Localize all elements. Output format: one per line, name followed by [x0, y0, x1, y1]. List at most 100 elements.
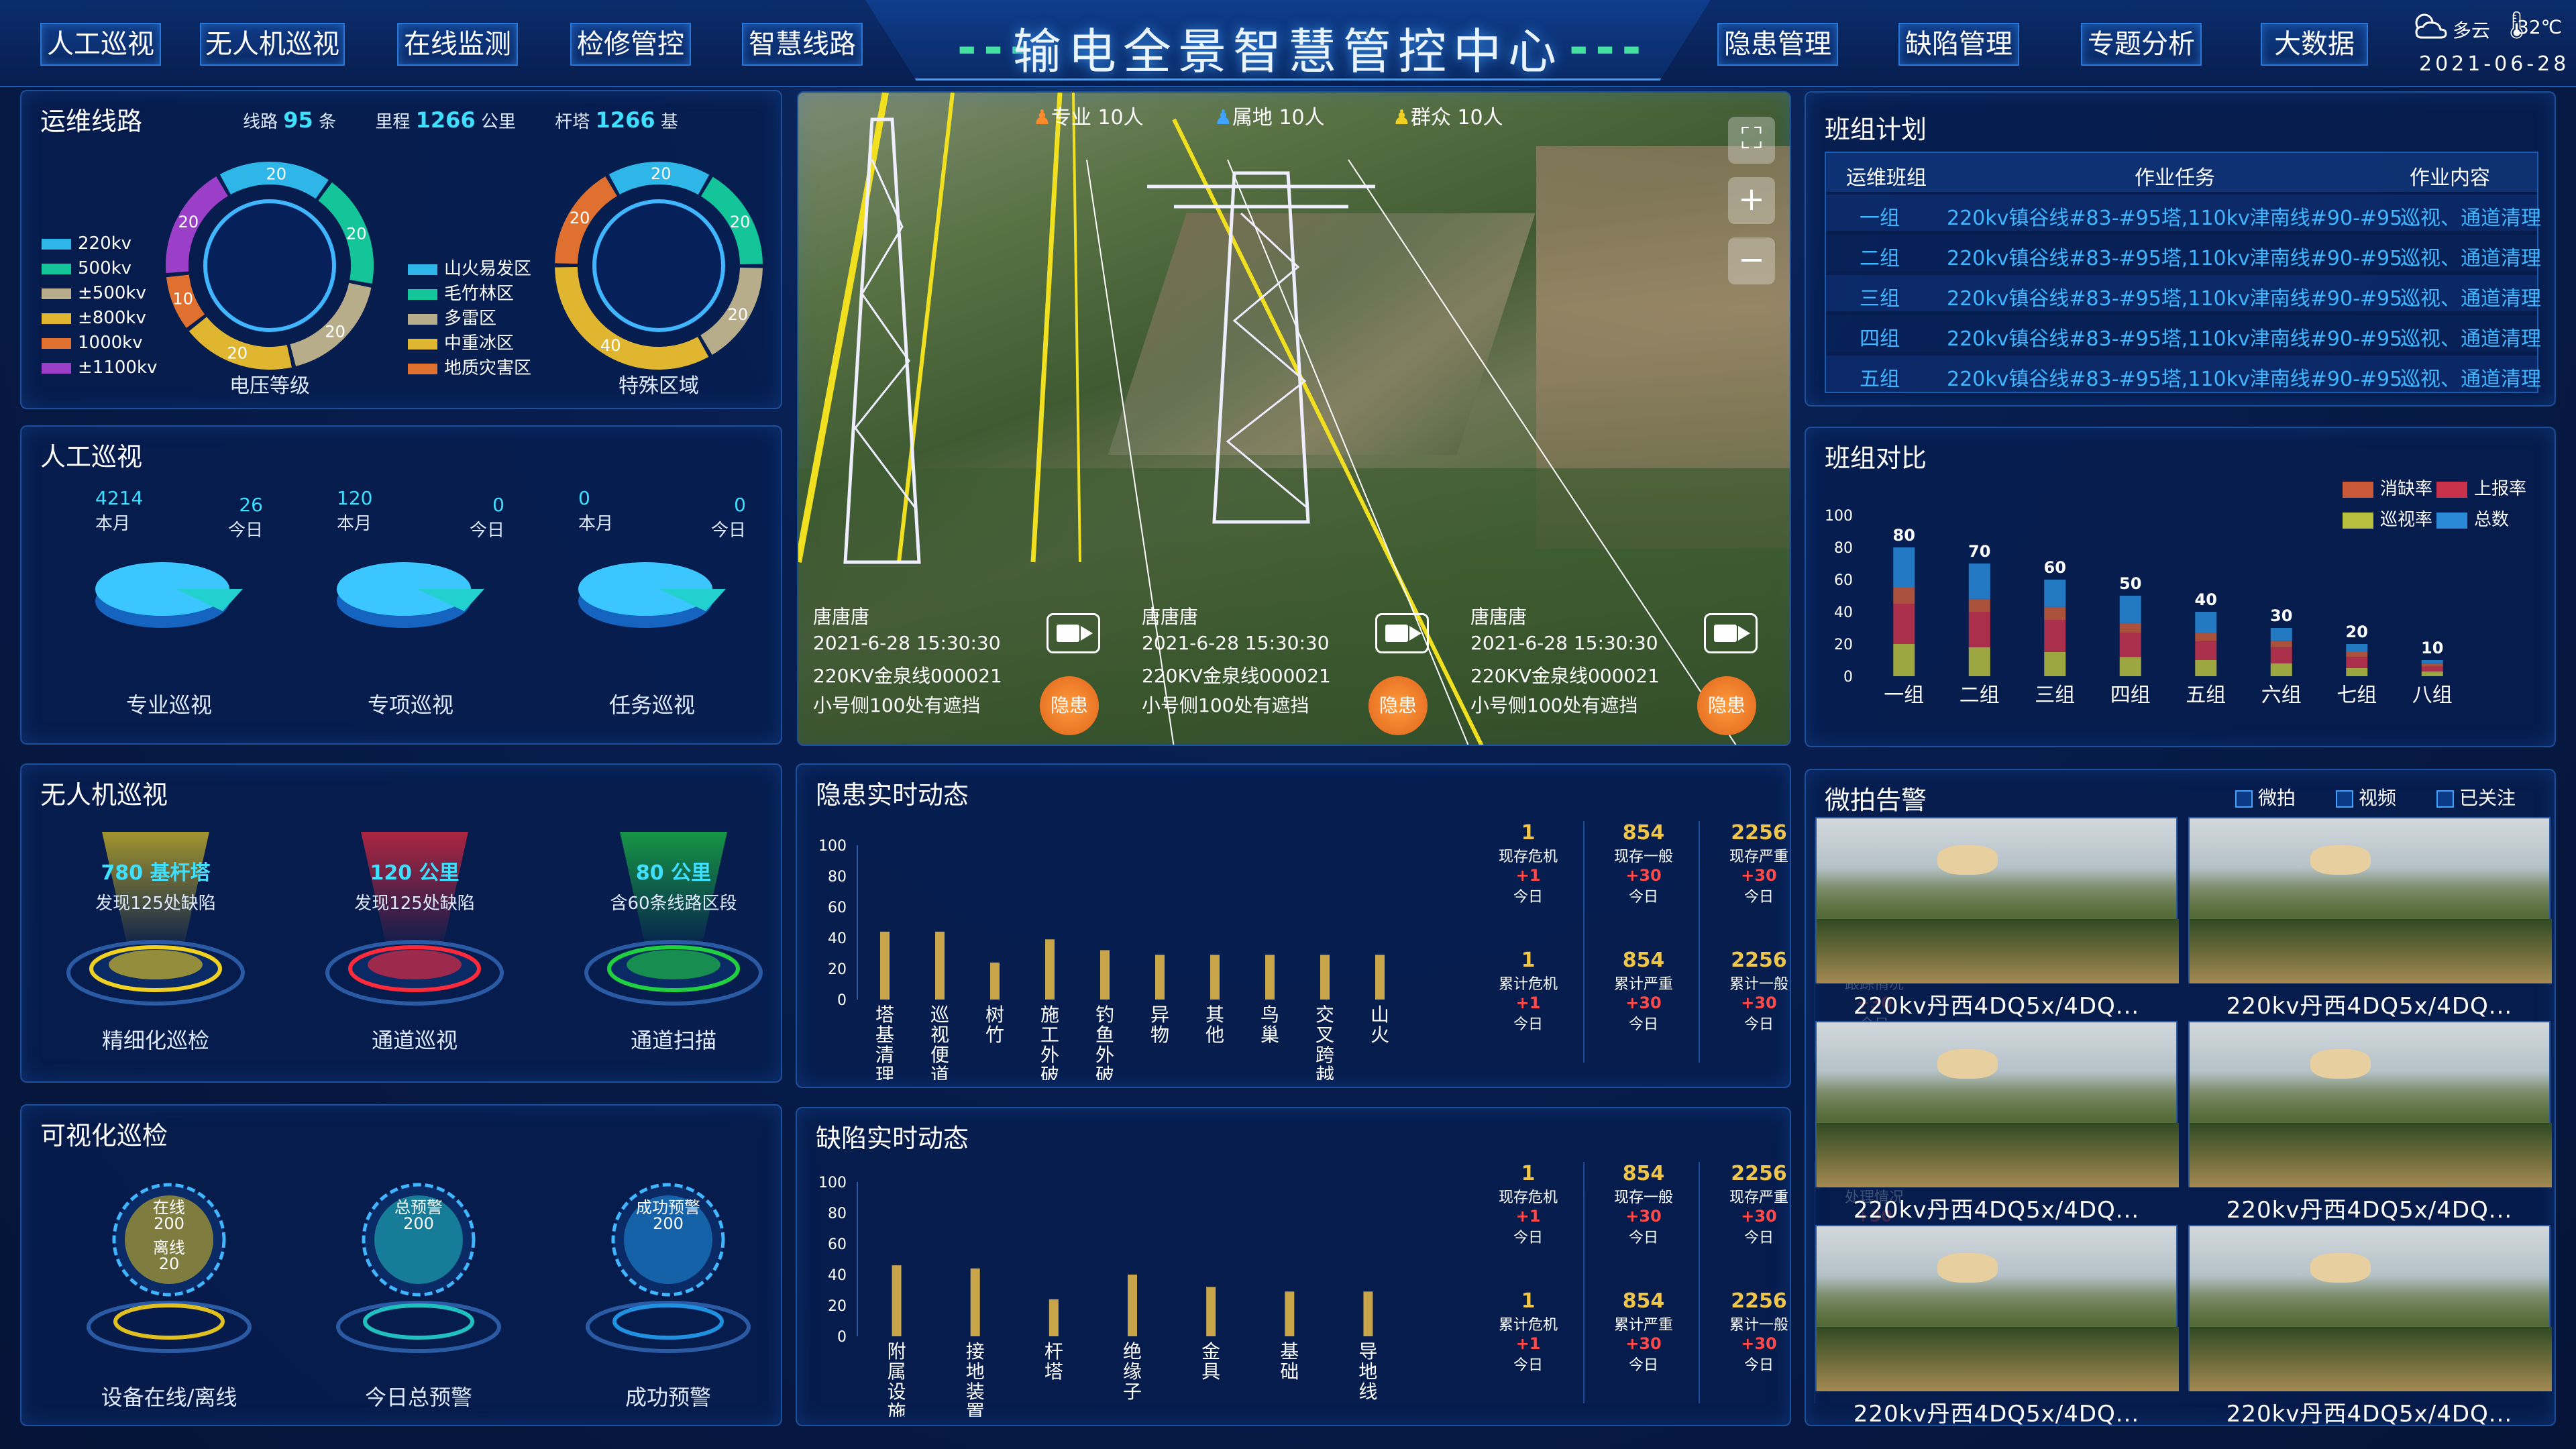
x-tick: 接地装置	[966, 1340, 985, 1417]
tab-followed[interactable]: 已关注	[2436, 784, 2516, 810]
tower-value: 1266	[595, 107, 655, 133]
hazard-card[interactable]: 唐唐唐 2021-6-28 15:30:30 220KV金泉线000021 小号侧10…	[805, 602, 1120, 737]
hazard-card[interactable]: 唐唐唐 2021-6-28 15:30:30 220KV金泉线000021 小号侧10…	[1462, 602, 1778, 737]
video-camera-icon[interactable]	[1704, 613, 1758, 653]
bar-segment	[1968, 647, 1990, 676]
zoom-in-icon[interactable]: +	[1728, 177, 1775, 224]
table-row[interactable]: 五组 220kv镇谷线#83-#95塔,110kv津南线#90-#95... 巡视、…	[1826, 356, 2541, 392]
uav-item[interactable]: 780 基杆塔 发现125处缺陷 精细化巡检	[48, 832, 263, 1073]
thumbnail-caption: 220kv丹西4DQ5x/4DQ...	[1853, 1197, 2140, 1224]
visual-name: 今日总预警	[364, 1385, 472, 1410]
table-row[interactable]: 三组 220kv镇谷线#83-#95塔,110kv津南线#90-#95... 巡视、…	[1826, 275, 2541, 311]
bar-segment	[2421, 671, 2443, 676]
alarm-thumbnail[interactable]	[2188, 1021, 2552, 1187]
nav-zhuanti[interactable]: 专题分析	[2081, 23, 2202, 66]
nav-rengong[interactable]: 人工巡视	[40, 23, 161, 66]
video-camera-icon[interactable]	[1375, 613, 1429, 653]
uav-item[interactable]: 80 公里 含60条线路区段 通道扫描	[566, 832, 781, 1073]
nav-quexian[interactable]: 缺陷管理	[1898, 23, 2019, 66]
pin-professional[interactable]: ♟专业 10人	[1033, 101, 1144, 130]
tab-video[interactable]: 视频	[2336, 784, 2396, 810]
table-row[interactable]: 一组 220kv镇谷线#83-#95塔,110kv津南线#90-#95... 巡视、…	[1826, 195, 2541, 231]
legend-swatch	[42, 238, 71, 250]
nav-zaixian[interactable]: 在线监测	[397, 23, 518, 66]
table-row[interactable]: 四组 220kv镇谷线#83-#95塔,110kv津南线#90-#95... 巡视、…	[1826, 315, 2541, 352]
uav-item[interactable]: 120 公里 发现125处缺陷 通道巡视	[307, 832, 522, 1073]
bar-segment	[2119, 633, 2141, 657]
hazard-card[interactable]: 唐唐唐 2021-6-28 15:30:30 220KV金泉线000021 小号侧10…	[1134, 602, 1449, 737]
map-view[interactable]: ♟专业 10人 ♟属地 10人 ♟群众 10人 ⛶ + − 唐唐唐 2021-6-…	[797, 91, 1791, 746]
nav-jianxiu[interactable]: 检修管控	[570, 23, 691, 66]
bar-segment	[2195, 612, 2217, 633]
nav-dashuju[interactable]: 大数据	[2261, 23, 2368, 66]
nav-zhihui[interactable]: 智慧线路	[742, 23, 863, 66]
hazard-badge[interactable]: 隐患	[1697, 676, 1756, 735]
stat-cell: 854 现存一般 +30 今日	[1583, 1162, 1704, 1247]
y-tick: 0	[837, 992, 847, 1009]
stat-cell: 2256 现存严重 +30 今日	[1699, 1162, 1819, 1247]
stat-today: 今日	[1628, 1357, 1658, 1374]
stat-cell: 854 现存一般 +30 今日	[1583, 821, 1704, 906]
bar-segment	[2195, 641, 2217, 660]
x-tick: 导地线	[1358, 1340, 1377, 1403]
nav-wurenji[interactable]: 无人机巡视	[200, 23, 345, 66]
stat-value: 2256	[1731, 1162, 1787, 1185]
fullscreen-icon[interactable]: ⛶	[1728, 117, 1775, 164]
tab-weipai[interactable]: 微拍	[2235, 784, 2296, 810]
hazard-badge[interactable]: 隐患	[1040, 676, 1099, 735]
person-pin-icon: ♟	[1393, 106, 1411, 129]
nav-yinhuan[interactable]: 隐患管理	[1717, 23, 1838, 66]
gauge-value-1: 200	[403, 1214, 434, 1233]
video-camera-icon[interactable]	[1046, 613, 1100, 653]
pin-public[interactable]: ♟群众 10人	[1393, 101, 1503, 130]
today-value: 26	[239, 494, 263, 516]
alarm-thumbnail[interactable]	[2188, 817, 2552, 983]
voltage-donut: 20 20 20 20 10 20	[166, 162, 374, 370]
pin-local[interactable]: ♟属地 10人	[1214, 101, 1325, 130]
bar-segment	[2270, 647, 2292, 663]
alarm-thumbnail[interactable]	[2188, 1225, 2552, 1391]
plan-task: 220kv镇谷线#83-#95塔,110kv津南线#90-#95...	[1947, 327, 2422, 351]
visual-item[interactable]: 在线 200 离线 20 设备在线/离线	[62, 1166, 276, 1421]
plan-header-cell: 作业任务	[2135, 166, 2215, 190]
hazard-badge[interactable]: 隐患	[1368, 676, 1428, 735]
zoom-out-icon[interactable]: −	[1728, 237, 1775, 284]
y-tick: 40	[828, 1267, 847, 1284]
stat-cell: 854 累计严重 +30 今日	[1583, 949, 1704, 1034]
visual-item[interactable]: 成功预警 200 成功预警	[561, 1166, 775, 1421]
bar-segment	[2195, 660, 2217, 676]
bar-segment	[2119, 596, 2141, 623]
alarm-thumbnail[interactable]	[1815, 1225, 2179, 1391]
x-tick: 异物	[1150, 1004, 1169, 1046]
rengong-item[interactable]: 120 本月 0 今日 专项巡视	[323, 487, 525, 729]
divider	[1583, 821, 1585, 1063]
donut-value: 20	[730, 213, 751, 231]
legend-swatch	[408, 338, 437, 350]
thumbnail-caption: 220kv丹西4DQ5x/4DQ...	[1853, 993, 2140, 1020]
stat-today: 今日	[1628, 1230, 1658, 1246]
month-label: 本月	[337, 514, 372, 534]
plan-group: 二组	[1860, 247, 1900, 270]
table-row[interactable]: 二组 220kv镇谷线#83-#95塔,110kv津南线#90-#95... 巡视、…	[1826, 235, 2541, 271]
hazard-bar-chart: 100 80 60 40 20 0 塔基清理 巡视便道 树竹 施工外破 钓鱼外破 异物其他鸟巢 交叉跨越…	[818, 838, 1389, 1080]
x-tick: 杆塔	[1044, 1340, 1063, 1383]
alarm-thumbnail[interactable]	[1815, 1021, 2179, 1187]
length-value: 1266	[415, 107, 476, 133]
alarm-thumbnail[interactable]	[1815, 817, 2179, 983]
pin-label: 专业 10人	[1051, 106, 1144, 129]
y-tick: 20	[828, 961, 847, 978]
month-value: 0	[578, 487, 590, 509]
uav-desc: 发现125处缺陷	[95, 894, 216, 914]
stat-value: 854	[1622, 949, 1665, 972]
plan-task: 220kv镇谷线#83-#95塔,110kv津南线#90-#95...	[1947, 247, 2422, 270]
stat-today: 今日	[1513, 889, 1543, 906]
x-tick: 一组	[1884, 684, 1924, 707]
y-tick: 80	[828, 1205, 847, 1222]
card-line: 220KV金泉线000021	[813, 665, 1002, 687]
legend-label: ±800kv	[78, 308, 146, 328]
rengong-item[interactable]: 4214 本月 26 今日 专业巡视	[82, 487, 283, 729]
rengong-item[interactable]: 0 本月 0 今日 任务巡视	[565, 487, 766, 729]
legend-item: 500kv	[42, 258, 131, 278]
legend-swatch	[42, 288, 71, 299]
visual-item[interactable]: 总预警 200 今日总预警	[311, 1166, 526, 1421]
